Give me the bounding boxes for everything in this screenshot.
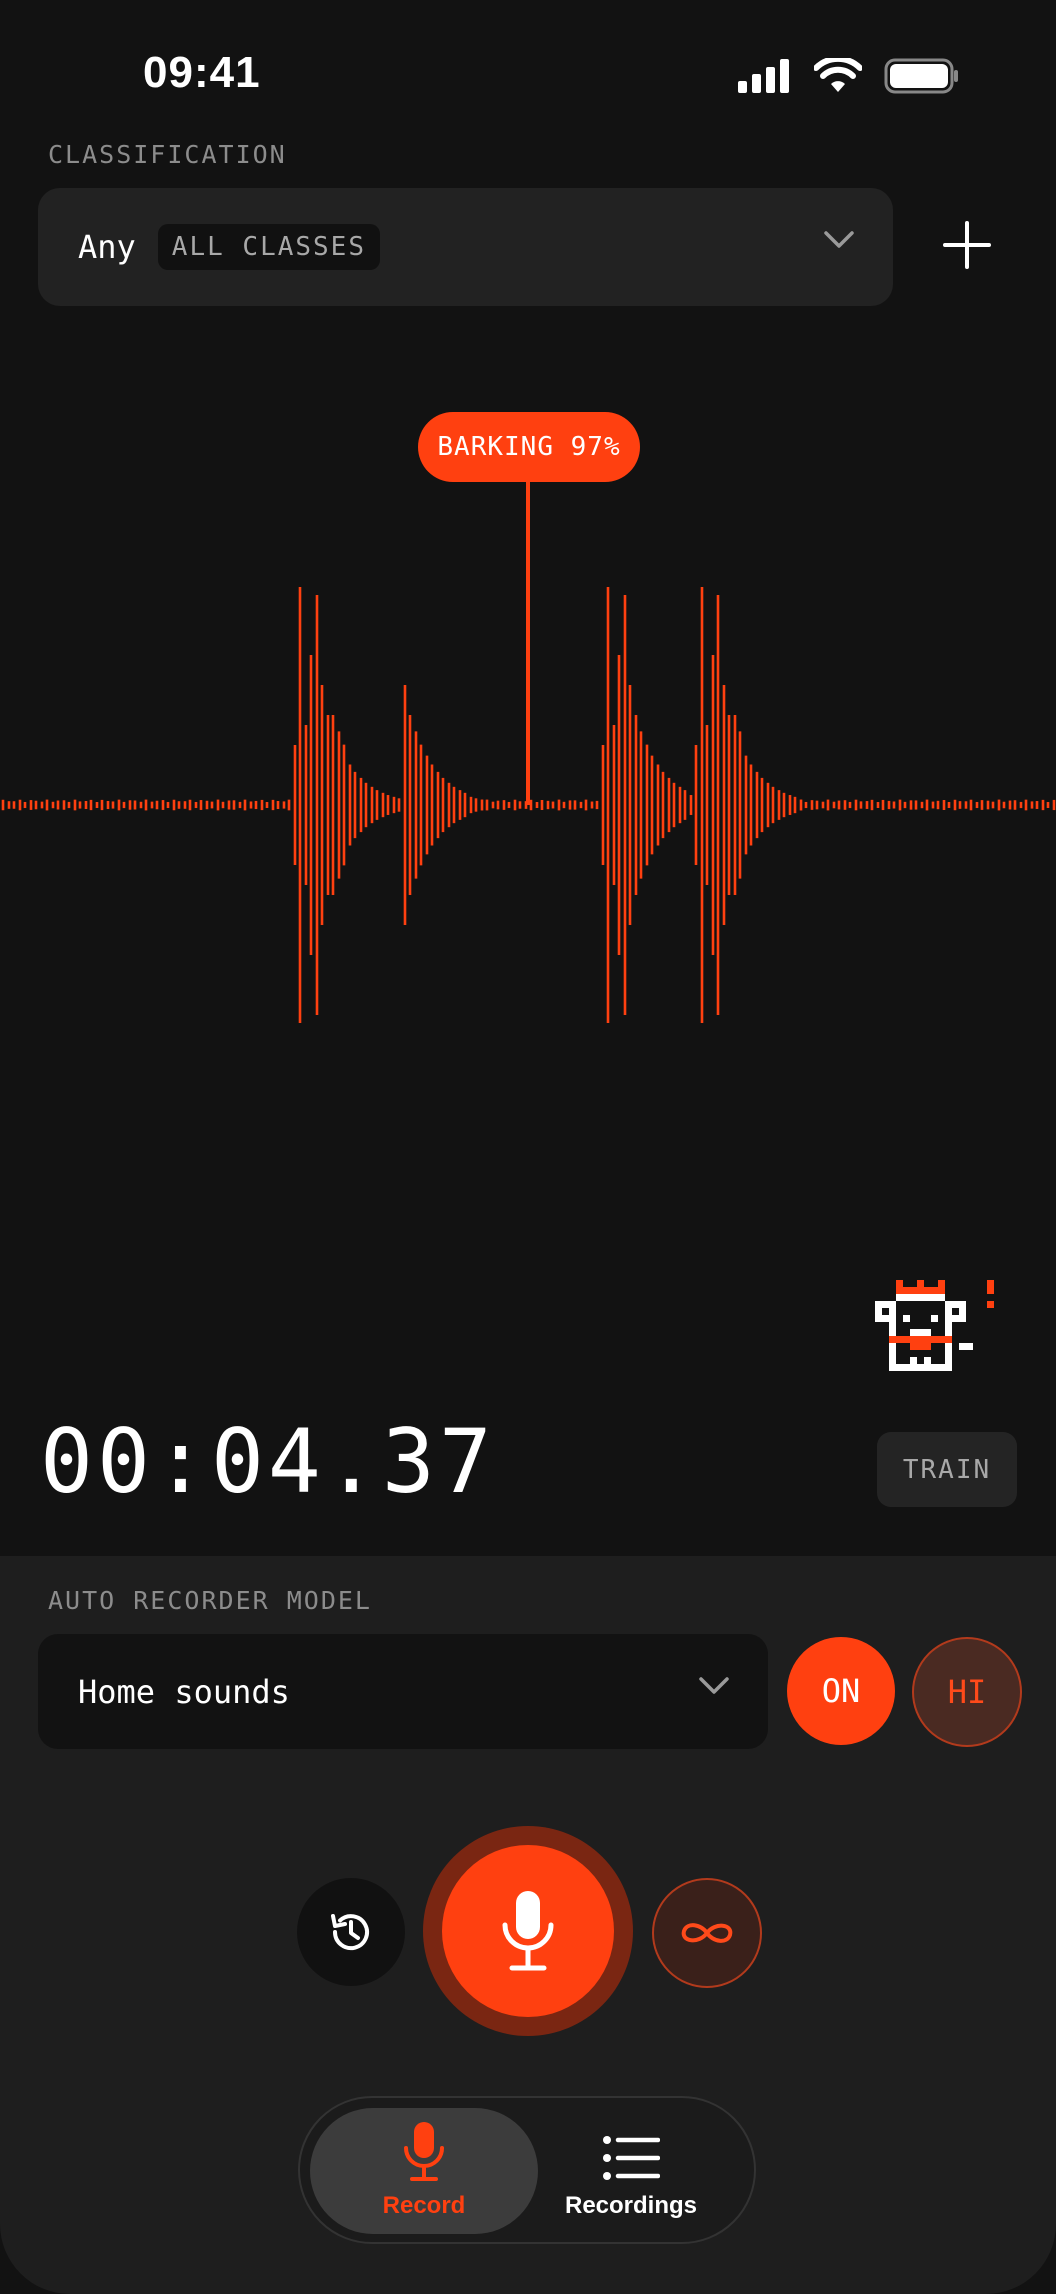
infinity-icon [681,1923,733,1943]
hi-sensitivity-button[interactable]: HI [912,1637,1022,1747]
status-time: 09:41 [143,48,261,97]
mascot-pixel [875,1315,896,1322]
mascot-pixel [910,1329,931,1336]
mascot-pixel [889,1343,896,1350]
model-select[interactable]: Home sounds [38,1634,768,1749]
mascot-pixel [896,1294,945,1301]
mascot-pixel [875,1308,882,1315]
mascot-pixel [931,1315,938,1322]
mic-icon [502,1891,554,1971]
list-icon [603,2136,660,2180]
add-icon[interactable] [935,213,999,277]
mascot-pixel [889,1357,896,1364]
dog-mascot-icon [875,1280,994,1371]
mascot-pixel [945,1343,952,1350]
mic-icon [404,2122,444,2181]
mascot-pixel [917,1280,924,1287]
mascot-pixel [889,1322,896,1329]
auto-recorder-label: AUTO RECORDER MODEL [48,1586,372,1615]
on-toggle-button[interactable]: ON [787,1637,895,1745]
detection-badge: BARKING 97% [418,412,640,482]
wifi-icon [814,58,862,92]
mascot-pixel [910,1357,917,1364]
tab-record[interactable]: Record [310,2108,538,2234]
tab-recordings[interactable]: Recordings [517,2108,745,2234]
loop-button[interactable] [652,1878,762,1988]
mascot-pixel [945,1329,952,1336]
mascot-pixel [987,1280,994,1294]
tab-recordings-label: Recordings [564,2192,698,2219]
mascot-pixel [959,1308,966,1315]
mascot-pixel [945,1301,966,1308]
battery-icon [884,58,958,94]
classification-select[interactable]: Any ALL CLASSES [38,188,893,306]
mascot-pixel [987,1301,994,1308]
tab-bar: Record Recordings [298,2096,756,2244]
mascot-pixel [889,1308,896,1315]
record-button-inner [442,1845,614,2017]
mascot-pixel [924,1357,931,1364]
signal-icon [738,59,789,93]
train-button[interactable]: TRAIN [877,1432,1017,1507]
mascot-pixel [889,1329,896,1336]
mascot-pixel [875,1301,896,1308]
mascot-pixel [945,1315,966,1322]
chevron-down-icon [824,231,854,248]
mascot-pixel [889,1364,952,1371]
tab-record-label: Record [382,2192,466,2219]
classification-value: Any [78,228,136,266]
history-button[interactable] [297,1878,405,1986]
chevron-down-icon [699,1677,729,1694]
mascot-pixel [938,1280,945,1287]
mascot-pixel [945,1357,952,1364]
mascot-pixel [889,1350,896,1357]
classification-tag: ALL CLASSES [157,224,380,270]
history-icon [331,1914,369,1951]
mascot-pixel [959,1343,973,1350]
mascot-pixel [896,1280,903,1287]
mascot-pixel [945,1322,952,1329]
mascot-pixel [945,1350,952,1357]
mascot-pixel [945,1308,952,1315]
record-button[interactable] [423,1826,633,2036]
status-icons [738,58,960,94]
mascot-pixel [896,1287,945,1294]
model-value: Home sounds [78,1672,290,1711]
mascot-pixel [910,1336,931,1350]
mascot-pixel [903,1315,910,1322]
classification-label: CLASSIFICATION [48,140,287,169]
recording-timer: 00:04.37 [40,1410,496,1513]
